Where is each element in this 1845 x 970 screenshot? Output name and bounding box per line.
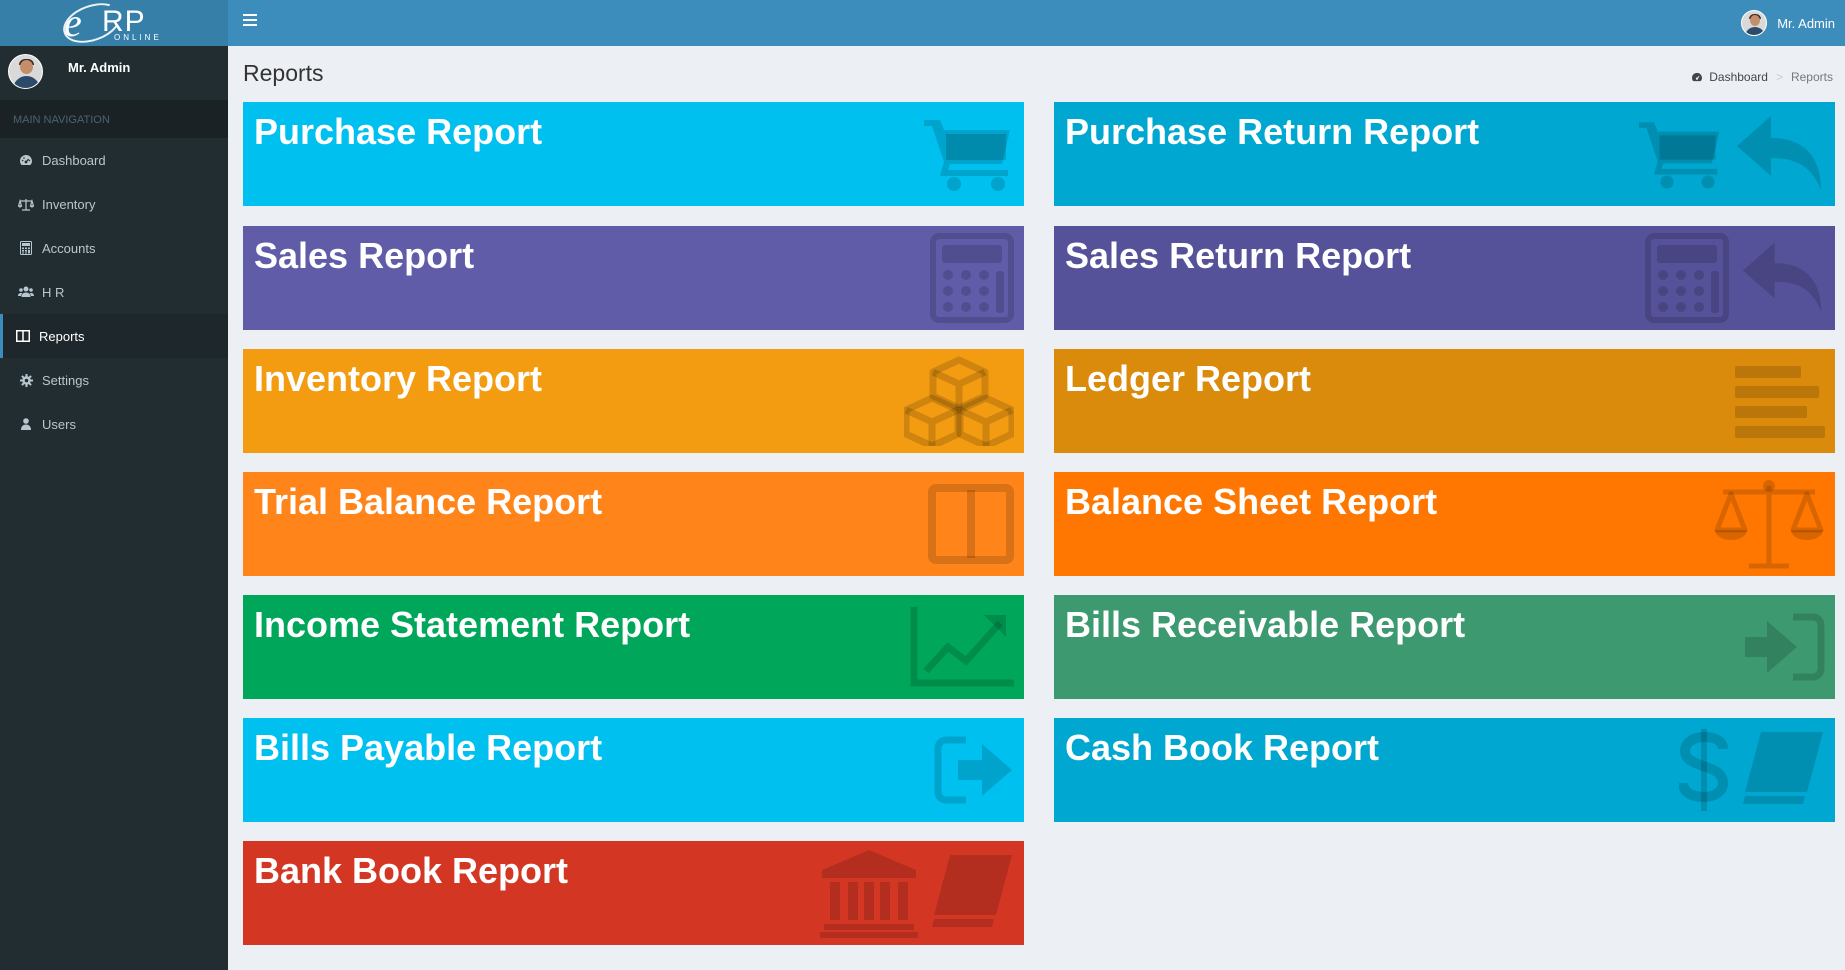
tile-bills-receivable-report[interactable]: Bills Receivable Report [1054, 595, 1835, 699]
tile-bills-payable-report[interactable]: Bills Payable Report [243, 718, 1024, 822]
sign-out-icon [934, 734, 1014, 806]
page-title: Reports [243, 60, 324, 86]
cart-icon [924, 116, 1014, 192]
breadcrumb-separator: > [1775, 70, 1783, 84]
user-icon [18, 417, 34, 431]
tile-trial-balance-report[interactable]: Trial Balance Report [243, 472, 1024, 576]
sidebar-item-label: Inventory [42, 196, 96, 212]
sidebar-item-users[interactable]: Users [0, 402, 228, 446]
nav-header: MAIN NAVIGATION [0, 100, 228, 138]
user-panel-name: Mr. Admin [68, 60, 131, 75]
logo-e: e [64, 0, 82, 45]
user-panel: Mr. Admin [0, 46, 228, 100]
sidebar-menu: Dashboard Inventory Accounts H R Reports [0, 138, 228, 446]
reply-icon [1741, 240, 1825, 316]
logo[interactable]: e RP ONLINE [0, 0, 228, 51]
sidebar-item-dashboard[interactable]: Dashboard [0, 138, 228, 182]
top-header: e RP ONLINE Mr. Admin [0, 0, 1845, 51]
columns-icon [15, 329, 31, 343]
tile-bank-book-report[interactable]: Bank Book Report [243, 841, 1024, 945]
tile-inventory-report[interactable]: Inventory Report [243, 349, 1024, 453]
tile-label: Ledger Report [1065, 358, 1312, 399]
bank-icon [820, 848, 918, 938]
tile-label: Sales Report [254, 235, 475, 276]
book-icon [930, 853, 1014, 933]
calculator-icon [930, 233, 1014, 323]
sidebar-item-settings[interactable]: Settings [0, 358, 228, 402]
tile-label: Balance Sheet Report [1065, 481, 1438, 522]
reply-icon [1735, 114, 1825, 194]
breadcrumb-home: Dashboard [1709, 70, 1768, 84]
sidebar-toggle-icon[interactable] [243, 14, 257, 26]
line-chart-icon [910, 607, 1014, 687]
breadcrumb: Dashboard > Reports [1691, 70, 1833, 84]
tile-income-statement-report[interactable]: Income Statement Report [243, 595, 1024, 699]
breadcrumb-home-link[interactable]: Dashboard [1691, 70, 1768, 84]
dashboard-icon [1691, 72, 1703, 82]
tile-cash-book-report[interactable]: Cash Book Report [1054, 718, 1835, 822]
tile-label: Purchase Return Report [1065, 111, 1480, 152]
avatar [8, 54, 43, 89]
tile-label: Income Statement Report [254, 604, 691, 645]
sidebar-item-label: Settings [42, 372, 89, 388]
user-name: Mr. Admin [1777, 15, 1835, 31]
book-icon [1741, 730, 1825, 810]
tile-purchase-report[interactable]: Purchase Report [243, 102, 1024, 206]
tile-sales-report[interactable]: Sales Report [243, 226, 1024, 330]
balance-scale-icon [18, 197, 34, 211]
logo-subtitle: ONLINE [114, 33, 162, 42]
tile-ledger-report[interactable]: Ledger Report [1054, 349, 1835, 453]
dollar-icon [1679, 727, 1729, 813]
sidebar-item-label: H R [42, 284, 65, 300]
breadcrumb-current: Reports [1790, 70, 1833, 84]
columns-icon [928, 484, 1014, 564]
sidebar-item-label: Reports [39, 328, 85, 344]
calculator-icon [1645, 233, 1729, 323]
tile-label: Bills Receivable Report [1065, 604, 1466, 645]
tile-purchase-return-report[interactable]: Purchase Return Report [1054, 102, 1835, 206]
cubes-icon [904, 356, 1014, 446]
sidebar-item-inventory[interactable]: Inventory [0, 182, 228, 226]
tile-label: Cash Book Report [1065, 727, 1380, 768]
calculator-icon [18, 241, 34, 255]
cart-icon [1639, 118, 1723, 190]
align-left-icon [1733, 364, 1825, 438]
users-icon [18, 285, 34, 299]
sidebar: Mr. Admin MAIN NAVIGATION Dashboard Inve… [0, 46, 228, 970]
sidebar-item-reports[interactable]: Reports [0, 314, 228, 358]
sidebar-item-label: Accounts [42, 240, 96, 256]
dashboard-icon [18, 153, 34, 167]
user-menu[interactable]: Mr. Admin [1741, 9, 1835, 37]
balance-scale-icon [1713, 478, 1825, 570]
logo-mark: e RP ONLINE [57, 0, 172, 51]
sidebar-item-accounts[interactable]: Accounts [0, 226, 228, 270]
sign-in-icon [1745, 611, 1825, 683]
tile-label: Bank Book Report [254, 850, 569, 891]
tile-label: Sales Return Report [1065, 235, 1412, 276]
tile-label: Inventory Report [254, 358, 543, 399]
avatar [1741, 10, 1768, 36]
tile-label: Purchase Report [254, 111, 543, 152]
gear-icon [18, 373, 34, 387]
sidebar-item-hr[interactable]: H R [0, 270, 228, 314]
sidebar-item-label: Users [42, 416, 76, 432]
tile-label: Trial Balance Report [254, 481, 603, 522]
tile-sales-return-report[interactable]: Sales Return Report [1054, 226, 1835, 330]
tile-balance-sheet-report[interactable]: Balance Sheet Report [1054, 472, 1835, 576]
tile-label: Bills Payable Report [254, 727, 603, 768]
sidebar-item-label: Dashboard [42, 152, 106, 168]
